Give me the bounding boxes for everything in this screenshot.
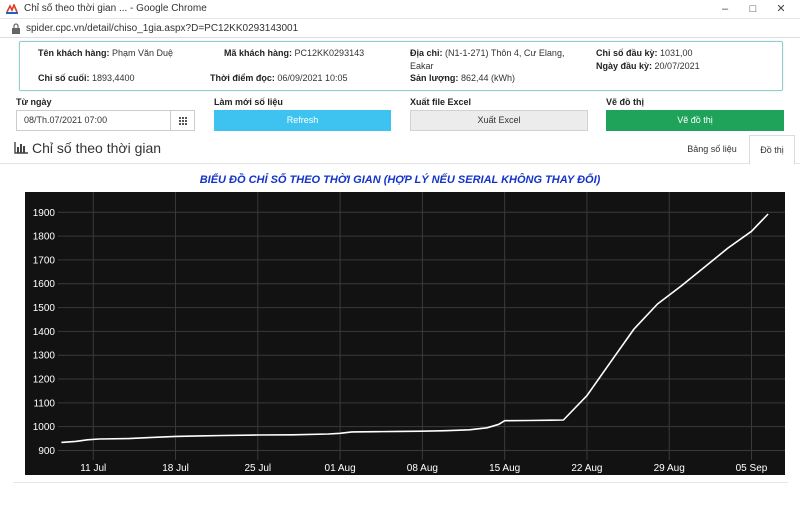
window-titlebar: Chỉ số theo thời gian ... - Google Chrom… xyxy=(0,0,800,19)
x-tick-label: 01 Aug xyxy=(325,463,356,474)
read-time-field: Thời điểm đọc: 06/09/2021 10:05 xyxy=(210,73,348,83)
window-title: Chỉ số theo thời gian ... - Google Chrom… xyxy=(24,3,207,14)
customer-info-panel: Tên khách hàng: Phạm Văn Duệ Chỉ số cuối… xyxy=(19,41,783,91)
lock-icon xyxy=(12,23,20,34)
y-tick-label: 1300 xyxy=(33,351,56,362)
excel-label: Xuất file Excel xyxy=(410,97,472,107)
address-line2: Eakar xyxy=(410,61,434,71)
y-tick-label: 900 xyxy=(38,446,55,457)
x-tick-label: 11 Jul xyxy=(80,463,106,474)
minimize-button[interactable]: – xyxy=(711,2,739,16)
export-excel-button[interactable]: Xuất Excel xyxy=(410,110,588,131)
app-logo-icon xyxy=(6,4,18,14)
start-index-field: Chỉ số đầu kỳ: 1031,00 xyxy=(596,48,693,58)
divider xyxy=(13,482,788,483)
x-tick-label: 25 Jul xyxy=(244,463,271,474)
y-tick-label: 1600 xyxy=(33,279,56,290)
customer-name-field: Tên khách hàng: Phạm Văn Duệ xyxy=(38,48,174,58)
calendar-grid-icon xyxy=(179,117,187,125)
x-tick-label: 15 Aug xyxy=(489,463,520,474)
y-tick-label: 1200 xyxy=(33,375,56,386)
y-tick-label: 1500 xyxy=(33,303,56,314)
bar-chart-icon xyxy=(14,142,28,154)
start-date-field: Ngày đầu kỳ: 20/07/2021 xyxy=(596,61,700,71)
refresh-button[interactable]: Refresh xyxy=(214,110,391,131)
calendar-button[interactable] xyxy=(170,110,195,131)
y-tick-label: 1700 xyxy=(33,255,56,266)
customer-code-field: Mã khách hàng: PC12KK0293143 xyxy=(224,48,365,58)
draw-chart-button[interactable]: Vẽ đồ thị xyxy=(606,110,784,131)
url-text[interactable]: spider.cpc.vn/detail/chiso_1gia.aspx?D=P… xyxy=(26,23,298,34)
refresh-label: Làm mới số liệu xyxy=(214,97,283,107)
tab-chart[interactable]: Đồ thị xyxy=(749,135,795,165)
chart-title: BIỂU ĐỒ CHỈ SỐ THEO THỜI GIAN (HỢP LÝ NẾ… xyxy=(199,174,601,186)
line-chart: 900 1000 1100 1200 1300 1400 1500 1600 1700 1800 1… xyxy=(25,192,785,475)
x-tick-label: 18 Jul xyxy=(162,463,189,474)
draw-chart-label: Vẽ đồ thị xyxy=(606,97,644,107)
last-index-field: Chỉ số cuối: 1893,4400 xyxy=(38,73,135,83)
plot-background xyxy=(25,192,785,475)
x-tick-label: 05 Sep xyxy=(736,463,768,474)
y-tick-label: 1900 xyxy=(33,208,56,219)
x-tick-label: 22 Aug xyxy=(571,463,602,474)
y-tick-label: 1000 xyxy=(33,422,56,433)
tab-data-table[interactable]: Bảng số liệu xyxy=(677,135,747,164)
y-tick-label: 1100 xyxy=(33,398,55,409)
from-date-input[interactable]: 08/Th.07/2021 07:00 xyxy=(16,110,171,131)
address-bar[interactable]: spider.cpc.vn/detail/chiso_1gia.aspx?D=P… xyxy=(0,19,800,38)
address-field: Địa chỉ: (N1-1-271) Thôn 4, Cư Elang, xyxy=(410,48,565,58)
y-tick-label: 1800 xyxy=(33,232,56,243)
output-field: Sản lượng: 862,44 (kWh) xyxy=(410,73,515,83)
x-tick-label: 29 Aug xyxy=(654,463,685,474)
chart-area: 900 1000 1100 1200 1300 1400 1500 1600 1700 1800 1… xyxy=(25,192,785,475)
y-tick-label: 1400 xyxy=(33,327,56,338)
section-title: Chỉ số theo thời gian xyxy=(32,140,162,156)
from-date-label: Từ ngày xyxy=(16,97,52,107)
maximize-button[interactable]: □ xyxy=(739,2,767,16)
close-button[interactable]: ✕ xyxy=(767,2,795,16)
x-tick-label: 08 Aug xyxy=(407,463,438,474)
